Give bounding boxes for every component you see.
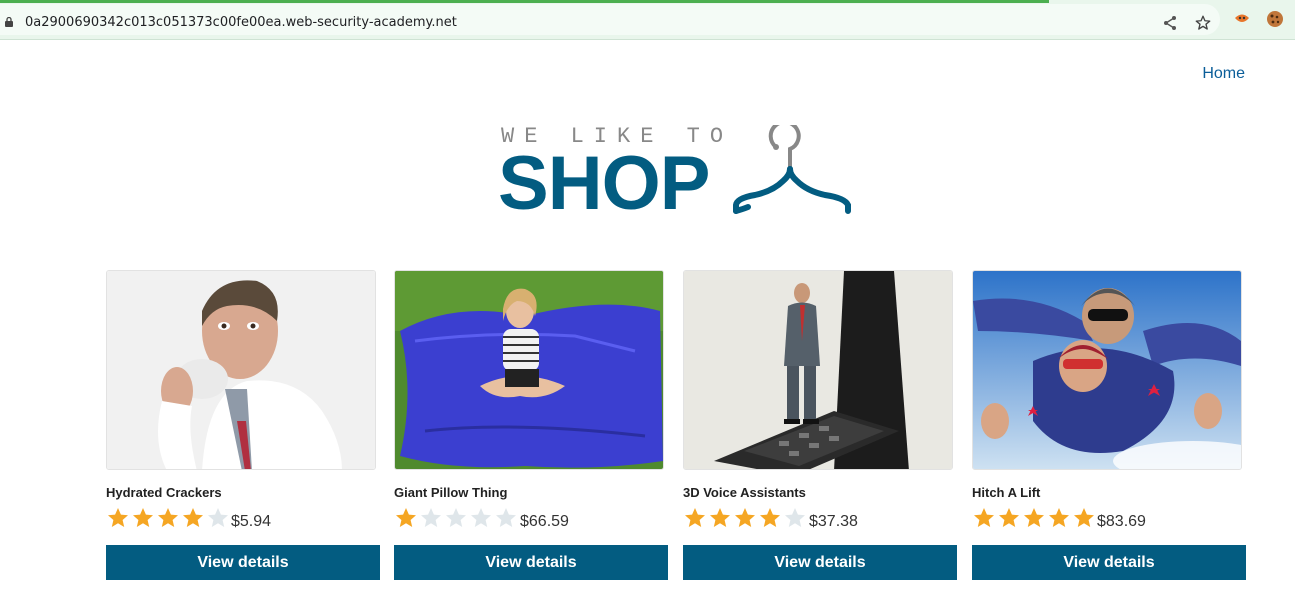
product-name[interactable]: Hitch A Lift — [972, 485, 1040, 500]
share-icon[interactable] — [1162, 15, 1178, 31]
star-empty-icon — [446, 508, 466, 527]
product-image[interactable] — [394, 270, 664, 470]
star-empty-icon — [471, 508, 491, 527]
star-filled-icon — [108, 508, 128, 527]
browser-toolbar: 0a2900690342c013c051373c00fe00ea.web-sec… — [0, 0, 1295, 40]
logo-wordmark: SHOP — [498, 141, 710, 226]
product-name[interactable]: Giant Pillow Thing — [394, 485, 507, 500]
star-rating — [972, 506, 1096, 530]
star-filled-icon — [760, 508, 780, 527]
view-details-button[interactable]: View details — [683, 545, 957, 580]
star-empty-icon — [421, 508, 441, 527]
star-filled-icon — [1024, 508, 1044, 527]
star-filled-icon — [158, 508, 178, 527]
product-price: $5.94 — [231, 513, 272, 530]
product-price: $83.69 — [1097, 513, 1146, 530]
star-filled-icon — [685, 508, 705, 527]
product-price: $66.59 — [520, 513, 569, 530]
address-bar[interactable]: 0a2900690342c013c051373c00fe00ea.web-sec… — [0, 4, 1220, 35]
home-link[interactable]: Home — [1202, 65, 1245, 83]
url-text[interactable]: 0a2900690342c013c051373c00fe00ea.web-sec… — [25, 15, 457, 30]
product-image[interactable] — [106, 270, 376, 470]
star-rating — [106, 506, 230, 530]
star-empty-icon — [785, 508, 805, 527]
product-image[interactable] — [683, 270, 953, 470]
page-load-progress — [0, 0, 1049, 3]
product-name[interactable]: 3D Voice Assistants — [683, 485, 806, 500]
star-filled-icon — [1049, 508, 1069, 527]
cookie-extension-icon[interactable] — [1266, 10, 1284, 28]
clothes-hanger-icon — [733, 125, 851, 214]
view-details-button[interactable]: View details — [972, 545, 1246, 580]
product-name[interactable]: Hydrated Crackers — [106, 485, 222, 500]
lock-icon — [5, 17, 13, 27]
star-filled-icon — [396, 508, 416, 527]
star-filled-icon — [974, 508, 994, 527]
view-details-button[interactable]: View details — [106, 545, 380, 580]
star-filled-icon — [133, 508, 153, 527]
product-price: $37.38 — [809, 513, 858, 530]
extension-fox-icon[interactable] — [1233, 10, 1251, 28]
star-filled-icon — [735, 508, 755, 527]
site-logo[interactable]: WE LIKE TO SHOP — [498, 120, 858, 226]
star-rating — [683, 506, 807, 530]
bookmark-star-icon[interactable] — [1194, 14, 1212, 32]
star-empty-icon — [208, 508, 228, 527]
star-filled-icon — [1074, 508, 1094, 527]
star-rating — [394, 506, 518, 530]
star-empty-icon — [496, 508, 516, 527]
view-details-button[interactable]: View details — [394, 545, 668, 580]
star-filled-icon — [999, 508, 1019, 527]
star-filled-icon — [183, 508, 203, 527]
product-image[interactable] — [972, 270, 1242, 470]
star-filled-icon — [710, 508, 730, 527]
